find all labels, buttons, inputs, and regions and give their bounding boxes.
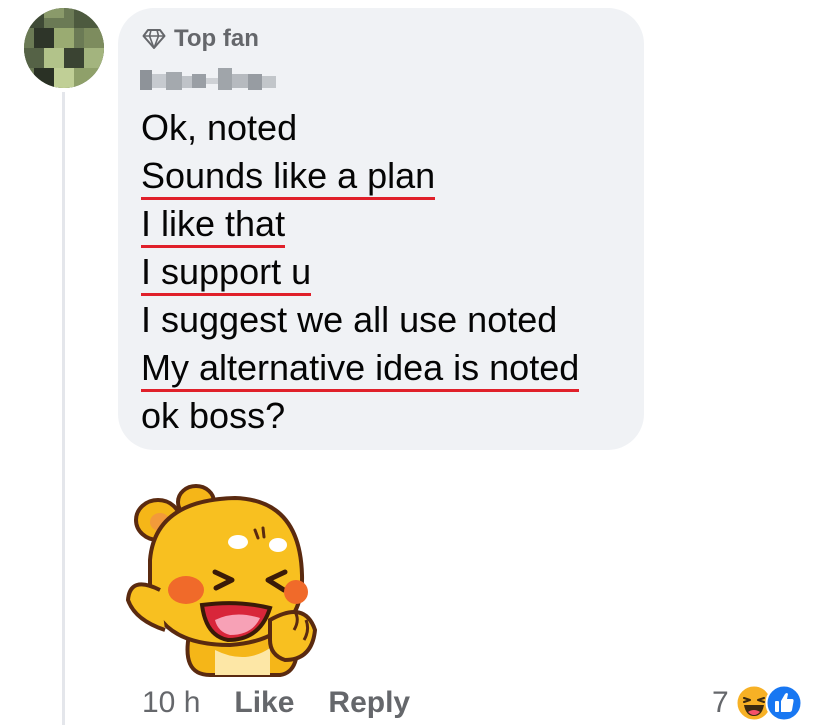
diamond-icon: [142, 29, 166, 49]
comment-text: Ok, noted Sounds like a plan I like that…: [141, 104, 580, 440]
author-name-redacted[interactable]: [140, 66, 280, 96]
comment-line: ok boss?: [141, 395, 286, 436]
comment-line-underlined: Sounds like a plan: [141, 152, 579, 200]
reaction-summary[interactable]: 7: [712, 681, 803, 725]
like-button[interactable]: Like: [234, 686, 294, 720]
badge-label: Top fan: [174, 25, 259, 52]
avatar-image: [24, 8, 104, 88]
like-icon: [765, 684, 803, 722]
reply-button[interactable]: Reply: [328, 686, 410, 720]
comment-line-underlined: I like that: [141, 200, 579, 248]
comment-line-underlined: My alternative idea is noted: [141, 344, 580, 392]
reaction-count: 7: [712, 686, 729, 719]
comment-footer: 10 h Like Reply: [142, 683, 444, 723]
top-fan-badge: Top fan: [142, 24, 259, 54]
avatar[interactable]: [24, 8, 104, 88]
laughing-bear-sticker-icon[interactable]: [120, 480, 320, 680]
comment-line: I suggest we all use noted: [141, 299, 558, 340]
timestamp[interactable]: 10 h: [142, 686, 200, 720]
comment-line: Ok, noted: [141, 107, 298, 148]
comment-line-underlined: I support u: [141, 248, 579, 296]
thread-line: [62, 92, 65, 725]
